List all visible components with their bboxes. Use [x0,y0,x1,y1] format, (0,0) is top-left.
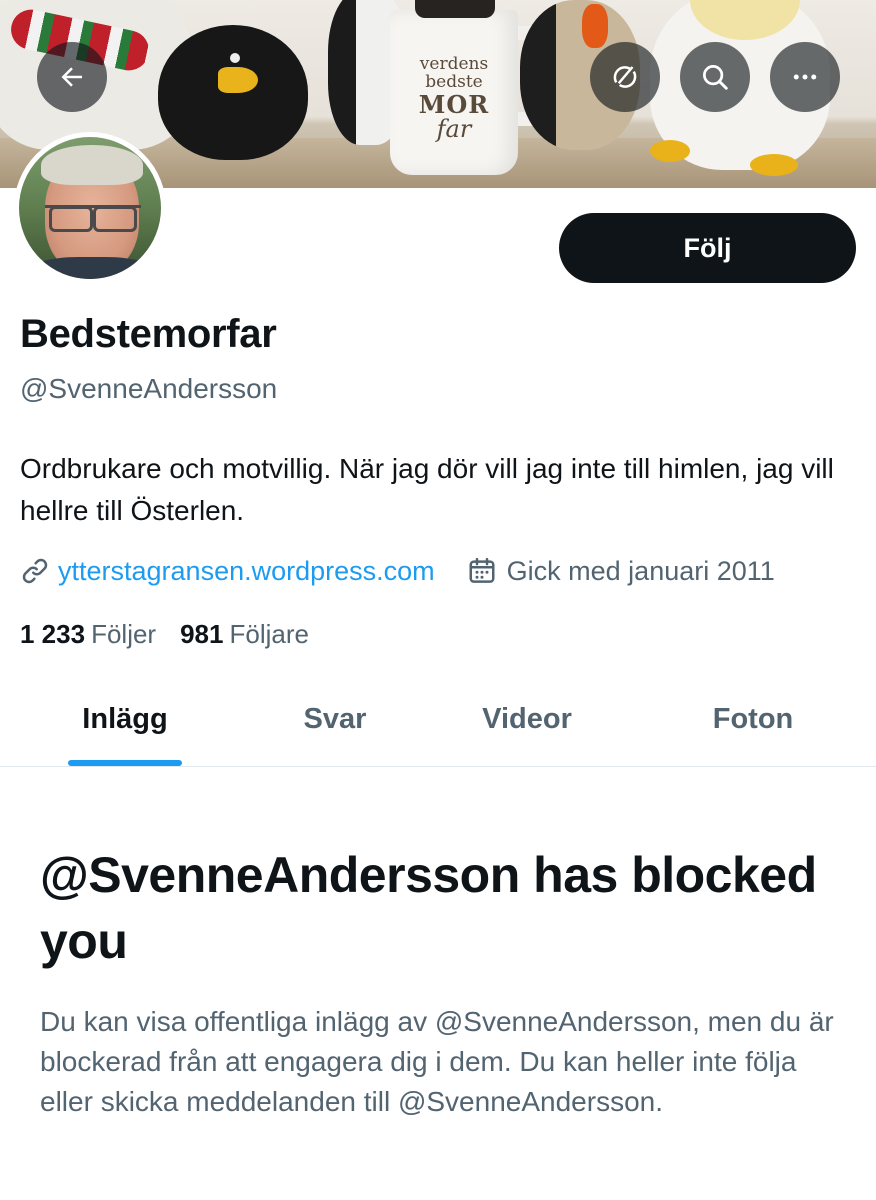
back-arrow-icon [61,67,82,87]
more-icon [793,74,817,80]
grok-button[interactable] [590,42,660,112]
following-count: 1 233 [20,618,86,649]
tab-replies[interactable]: Svar [260,672,410,766]
banner-toy-bird [158,25,308,160]
handle: @SvenneAndersson [20,373,278,404]
avatar-glasses [45,205,141,232]
more-button[interactable] [770,42,840,112]
profile-tabs: Inlägg Svar Videor Foton [0,672,876,767]
active-tab-indicator [68,760,182,766]
profile-meta: ytterstagransen.wordpress.com Gick med j… [20,553,856,589]
avatar-shirt [25,257,159,279]
followers-stat[interactable]: 981 Följare [180,619,309,650]
link-icon [22,558,48,584]
tab-photos[interactable]: Foton [680,672,826,766]
calendar-icon [469,557,495,583]
website-link[interactable]: ytterstagransen.wordpress.com [20,556,435,587]
banner-mug-text: verdens bedste MOR far [418,54,490,143]
avatar[interactable] [14,132,166,284]
tab-posts[interactable]: Inlägg [40,672,210,766]
follow-stats: 1 233 Följer 981 Följare [20,616,309,652]
joined-text: Gick med januari 2011 [506,555,775,586]
followers-count: 981 [180,618,224,649]
blocked-title: @SvenneAndersson has blocked you [40,847,817,969]
tab-videos[interactable]: Videor [448,672,606,766]
followers-label: Följare [229,618,309,649]
display-name: Bedstemorfar [20,312,277,356]
follow-button[interactable]: Följ [559,213,856,283]
following-stat[interactable]: 1 233 Följer [20,619,156,650]
bio: Ordbrukare och motvillig. När jag dör vi… [20,453,834,526]
blocked-description: Du kan visa offentliga inlägg av @Svenne… [40,1006,834,1117]
search-icon [703,65,728,90]
following-label: Följer [91,618,157,649]
profile-page: verdens bedste MOR far Följ Bedstemorfar… [0,0,876,1200]
website-text[interactable]: ytterstagransen.wordpress.com [58,556,435,587]
back-button[interactable] [37,42,107,112]
avatar-hair [41,145,143,185]
search-button[interactable] [680,42,750,112]
banner-mug: verdens bedste MOR far [390,10,518,175]
joined-date: Gick med januari 2011 [467,556,775,587]
banner-mug-contents [415,0,495,18]
grok-icon [613,66,637,88]
